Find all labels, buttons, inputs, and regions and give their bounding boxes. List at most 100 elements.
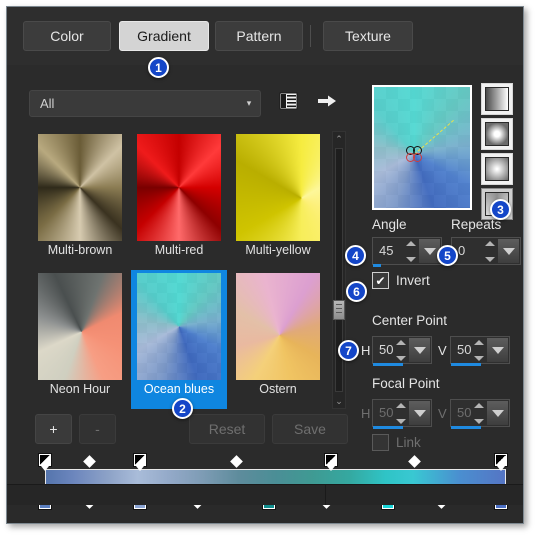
gradient-type-radial-button[interactable]: [481, 153, 513, 185]
callout-badge-2: 2: [172, 398, 193, 419]
alpha-midpoint-marker[interactable]: [230, 455, 244, 468]
link-checkbox-box: [372, 434, 389, 451]
callout-badge-3: 3: [490, 199, 511, 220]
gradient-item-multi-yellow[interactable]: Multi-yellow: [230, 131, 326, 270]
focal-h-stepper[interactable]: [394, 403, 407, 424]
tab-pattern[interactable]: Pattern: [215, 21, 303, 51]
repeats-input[interactable]: 0: [451, 237, 521, 265]
gradient-name: Neon Hour: [49, 382, 111, 396]
gradient-row-1: Multi-brown Multi-red Multi-yellow: [32, 131, 328, 270]
angle-value: 45: [379, 243, 394, 258]
repeats-value: 0: [458, 243, 466, 258]
repeats-stepper[interactable]: [483, 241, 496, 262]
gradient-thumbnail-list[interactable]: Multi-brown Multi-red Multi-yellow Neon …: [32, 131, 328, 409]
tab-texture[interactable]: Texture: [323, 21, 413, 51]
tab-separator: [310, 25, 311, 47]
center-v-input[interactable]: 50: [450, 336, 510, 366]
gradient-item-neon-hour[interactable]: Neon Hour: [32, 270, 128, 409]
link-checkbox[interactable]: Link: [372, 434, 421, 451]
center-h-stepper[interactable]: [394, 340, 407, 361]
gradient-name: Ocean blues: [143, 382, 215, 396]
category-filter-dropdown[interactable]: All ▾: [29, 90, 261, 117]
center-v-dropdown-button[interactable]: [487, 338, 508, 362]
gradient-item-ocean-blues[interactable]: Ocean blues: [131, 270, 227, 409]
center-v-value: 50: [457, 342, 472, 357]
remove-gradient-button[interactable]: -: [79, 414, 116, 444]
focal-h-slider-fill: [373, 426, 404, 429]
scrollbar-thumb[interactable]: [333, 300, 345, 320]
gradient-item-multi-brown[interactable]: Multi-brown: [32, 131, 128, 270]
alpha-midpoint-marker[interactable]: [82, 455, 96, 468]
scroll-up-icon[interactable]: ⌃: [333, 132, 345, 146]
link-label: Link: [396, 435, 421, 450]
repeats-dropdown-button[interactable]: [498, 239, 519, 263]
gradient-type-rectangular-button[interactable]: [481, 118, 513, 150]
gradient-thumb-multi-yellow: [236, 134, 320, 241]
gradient-type-buttons: [481, 83, 513, 220]
status-bar: [7, 484, 523, 505]
alpha-stop-marker[interactable]: [494, 453, 509, 471]
invert-label: Invert: [396, 273, 430, 288]
status-bar-divider: [325, 485, 326, 505]
center-h-slider-fill: [373, 363, 404, 366]
gradient-thumb-multi-brown: [38, 134, 122, 241]
center-point-label: Center Point: [372, 313, 448, 328]
tab-gradient-label: Gradient: [137, 28, 191, 44]
gradient-thumb-ostern: [236, 273, 320, 380]
alpha-stop-marker[interactable]: [132, 453, 147, 471]
gradient-name: Multi-yellow: [245, 243, 311, 257]
add-gradient-label: +: [49, 421, 58, 437]
gradient-item-multi-red[interactable]: Multi-red: [131, 131, 227, 270]
center-h-dropdown-button[interactable]: [409, 338, 430, 362]
center-v-prefix: V: [438, 343, 447, 358]
gradient-item-ostern[interactable]: Ostern: [230, 270, 326, 409]
arrow-right-icon[interactable]: [317, 91, 337, 116]
callout-badge-5: 5: [437, 245, 458, 266]
angle-slider-fill: [373, 264, 382, 267]
gradient-name: Multi-brown: [47, 243, 113, 257]
center-h-input[interactable]: 50: [372, 336, 432, 366]
gradient-type-linear-button[interactable]: [481, 83, 513, 115]
material-tab-bar: Color Gradient Pattern Texture: [7, 7, 523, 66]
focal-h-input[interactable]: 50: [372, 399, 432, 429]
dialog-body: All ▾ Multi-brown Multi-red Multi-yellow…: [7, 65, 523, 510]
tab-color[interactable]: Color: [23, 21, 111, 51]
focal-h-dropdown-button[interactable]: [409, 401, 430, 425]
save-button[interactable]: Save: [272, 414, 348, 444]
alpha-stop-marker[interactable]: [323, 453, 338, 471]
focal-h-value: 50: [379, 405, 394, 420]
alpha-midpoint-marker[interactable]: [407, 455, 421, 468]
focal-v-slider-fill: [451, 426, 482, 429]
center-v-slider-fill: [451, 363, 482, 366]
focal-h-prefix: H: [361, 406, 371, 421]
gradient-preview[interactable]: [372, 85, 472, 210]
invert-checkbox-box: ✔: [372, 272, 389, 289]
rectangular-gradient-icon: [485, 122, 509, 146]
center-v-stepper[interactable]: [472, 340, 485, 361]
gradient-name: Ostern: [259, 382, 297, 396]
callout-badge-1: 1: [148, 57, 169, 78]
alpha-stop-marker[interactable]: [38, 453, 52, 471]
screenshot-root: Color Gradient Pattern Texture All ▾ Mul…: [0, 0, 538, 540]
gradient-thumb-multi-red: [137, 134, 221, 241]
focal-v-input[interactable]: 50: [450, 399, 510, 429]
invert-checkbox[interactable]: ✔ Invert: [372, 272, 430, 289]
gradient-thumb-neon-hour: [38, 273, 122, 380]
gradient-list-scrollbar[interactable]: ⌃ ⌄: [332, 131, 346, 409]
list-view-icon[interactable]: [279, 91, 299, 116]
angle-stepper[interactable]: [404, 241, 417, 262]
angle-input[interactable]: 45: [372, 237, 442, 267]
radial-gradient-icon: [485, 157, 509, 181]
gradient-name: Multi-red: [154, 243, 204, 257]
gradient-row-2: Neon Hour Ocean blues Ostern: [32, 270, 328, 409]
tab-gradient[interactable]: Gradient: [119, 21, 209, 51]
angle-label: Angle: [372, 217, 407, 232]
center-h-value: 50: [379, 342, 394, 357]
center-point-handle[interactable]: [406, 145, 423, 162]
reset-button[interactable]: Reset: [189, 414, 265, 444]
focal-v-stepper[interactable]: [472, 403, 485, 424]
gradient-settings-pane: Angle Repeats 45 0 ✔ Invert Center Point…: [359, 65, 523, 505]
scroll-down-icon[interactable]: ⌄: [333, 394, 345, 408]
add-gradient-button[interactable]: +: [35, 414, 72, 444]
focal-v-dropdown-button[interactable]: [487, 401, 508, 425]
